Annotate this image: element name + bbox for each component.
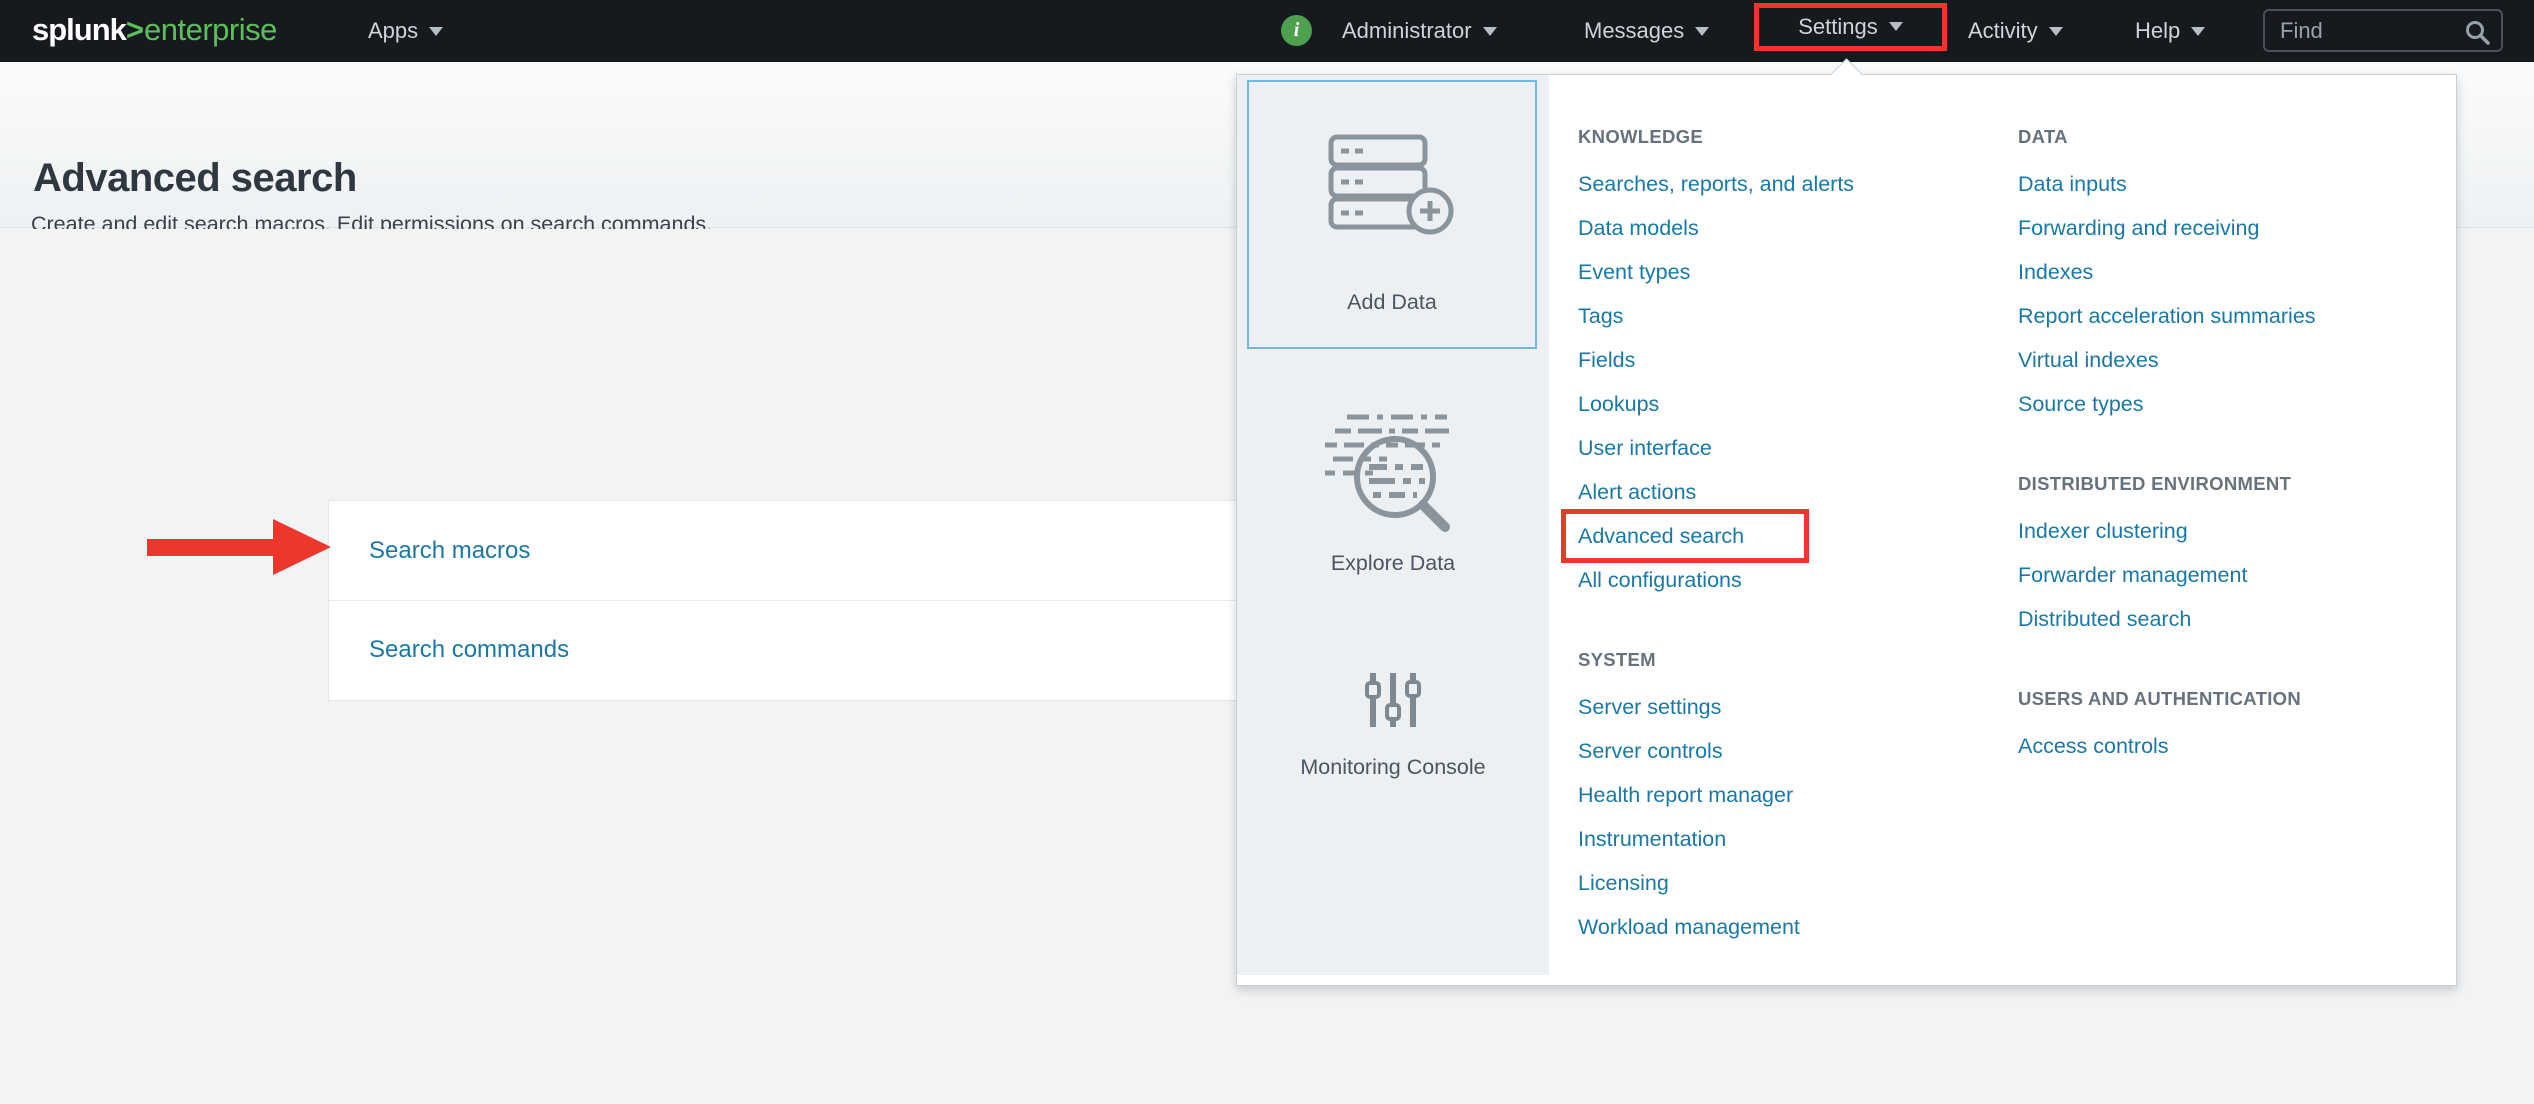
caret-down-icon bbox=[429, 27, 443, 36]
search-commands-link[interactable]: Search commands bbox=[369, 636, 569, 664]
shortcut-add-data[interactable]: Add Data bbox=[1247, 80, 1537, 349]
help-menu[interactable]: Help bbox=[2135, 0, 2205, 62]
menu-link-virtual-indexes[interactable]: Virtual indexes bbox=[2018, 338, 2458, 382]
administrator-menu-label: Administrator bbox=[1342, 18, 1472, 43]
menu-link-licensing[interactable]: Licensing bbox=[1578, 861, 1998, 905]
caret-down-icon bbox=[1483, 27, 1497, 36]
menu-link-lookups[interactable]: Lookups bbox=[1578, 382, 1998, 426]
help-menu-label: Help bbox=[2135, 18, 2180, 43]
menu-link-tags[interactable]: Tags bbox=[1578, 294, 1998, 338]
menu-link-indexer-clustering[interactable]: Indexer clustering bbox=[2018, 509, 2458, 553]
menu-column-left: KNOWLEDGESearches, reports, and alertsDa… bbox=[1578, 115, 1998, 985]
topbar: splunk>enterprise Apps i Administrator M… bbox=[0, 0, 2534, 62]
menu-section-header: SYSTEM bbox=[1578, 638, 1998, 682]
menu-column-right: DATAData inputsForwarding and receivingI… bbox=[2018, 115, 2458, 804]
caret-down-icon bbox=[2049, 27, 2063, 36]
menu-link-searches-reports-and-alerts[interactable]: Searches, reports, and alerts bbox=[1578, 162, 1998, 206]
find-search-box bbox=[2263, 9, 2503, 52]
menu-section-header: DATA bbox=[2018, 115, 2458, 159]
shortcut-explore-data[interactable]: Explore Data bbox=[1237, 409, 1549, 576]
menu-link-report-acceleration-summaries[interactable]: Report acceleration summaries bbox=[2018, 294, 2458, 338]
menu-link-indexes[interactable]: Indexes bbox=[2018, 250, 2458, 294]
menu-section-distributed-environment: DISTRIBUTED ENVIRONMENTIndexer clusterin… bbox=[2018, 462, 2458, 641]
messages-menu[interactable]: Messages bbox=[1584, 0, 1709, 62]
menu-link-advanced-search[interactable]: Advanced search bbox=[1578, 514, 1998, 558]
logo-splunk-text: splunk bbox=[32, 12, 126, 47]
shortcut-add-data-label: Add Data bbox=[1249, 290, 1535, 315]
menu-link-alert-actions[interactable]: Alert actions bbox=[1578, 470, 1998, 514]
menu-link-health-report-manager[interactable]: Health report manager bbox=[1578, 773, 1998, 817]
menu-section-header: KNOWLEDGE bbox=[1578, 115, 1998, 159]
search-macros-link[interactable]: Search macros bbox=[369, 537, 530, 565]
page-title: Advanced search bbox=[33, 156, 357, 201]
info-icon[interactable]: i bbox=[1281, 15, 1312, 46]
menu-link-all-configurations[interactable]: All configurations bbox=[1578, 558, 1998, 602]
arrow-right-icon bbox=[145, 517, 335, 577]
caret-down-icon bbox=[1695, 27, 1709, 36]
messages-menu-label: Messages bbox=[1584, 18, 1684, 43]
menu-link-event-types[interactable]: Event types bbox=[1578, 250, 1998, 294]
caret-down-icon bbox=[1889, 22, 1903, 31]
search-icon[interactable] bbox=[2464, 19, 2491, 46]
menu-link-server-controls[interactable]: Server controls bbox=[1578, 729, 1998, 773]
menu-link-server-settings[interactable]: Server settings bbox=[1578, 685, 1998, 729]
apps-menu-label: Apps bbox=[368, 18, 418, 43]
menu-section-header: DISTRIBUTED ENVIRONMENT bbox=[2018, 462, 2458, 506]
menu-link-fields[interactable]: Fields bbox=[1578, 338, 1998, 382]
shortcut-monitoring-console-label: Monitoring Console bbox=[1237, 747, 1549, 788]
shortcut-explore-data-label: Explore Data bbox=[1237, 551, 1549, 576]
settings-menu[interactable]: Settings bbox=[1754, 3, 1947, 51]
monitoring-console-icon bbox=[1237, 669, 1549, 731]
menu-link-data-inputs[interactable]: Data inputs bbox=[2018, 162, 2458, 206]
shortcut-monitoring-console[interactable]: Monitoring Console bbox=[1237, 669, 1549, 788]
caret-down-icon bbox=[2191, 27, 2205, 36]
menu-section-users-and-authentication: USERS AND AUTHENTICATIONAccess controls bbox=[2018, 677, 2458, 768]
menu-link-source-types[interactable]: Source types bbox=[2018, 382, 2458, 426]
activity-menu[interactable]: Activity bbox=[1968, 0, 2063, 62]
menu-link-forwarder-management[interactable]: Forwarder management bbox=[2018, 553, 2458, 597]
menu-link-data-models[interactable]: Data models bbox=[1578, 206, 1998, 250]
settings-menu-label: Settings bbox=[1798, 14, 1878, 40]
explore-data-icon bbox=[1237, 409, 1549, 537]
apps-menu[interactable]: Apps bbox=[368, 0, 443, 62]
activity-menu-label: Activity bbox=[1968, 18, 2038, 43]
splunk-logo: splunk>enterprise bbox=[32, 0, 277, 62]
logo-gt-mark: > bbox=[126, 12, 144, 47]
menu-section-knowledge: KNOWLEDGESearches, reports, and alertsDa… bbox=[1578, 115, 1998, 602]
menu-link-workload-management[interactable]: Workload management bbox=[1578, 905, 1998, 949]
menu-section-system: SYSTEMServer settingsServer controlsHeal… bbox=[1578, 638, 1998, 949]
menu-link-forwarding-and-receiving[interactable]: Forwarding and receiving bbox=[2018, 206, 2458, 250]
settings-dropdown-menu: Add Data Explore Data bbox=[1236, 74, 2457, 986]
add-data-icon bbox=[1328, 134, 1456, 236]
menu-link-distributed-search[interactable]: Distributed search bbox=[2018, 597, 2458, 641]
menu-link-instrumentation[interactable]: Instrumentation bbox=[1578, 817, 1998, 861]
menu-link-access-controls[interactable]: Access controls bbox=[2018, 724, 2458, 768]
menu-section-header: USERS AND AUTHENTICATION bbox=[2018, 677, 2458, 721]
menu-link-user-interface[interactable]: User interface bbox=[1578, 426, 1998, 470]
administrator-menu[interactable]: Administrator bbox=[1342, 0, 1497, 62]
menu-section-data: DATAData inputsForwarding and receivingI… bbox=[2018, 115, 2458, 426]
logo-enterprise-text: enterprise bbox=[144, 12, 277, 47]
